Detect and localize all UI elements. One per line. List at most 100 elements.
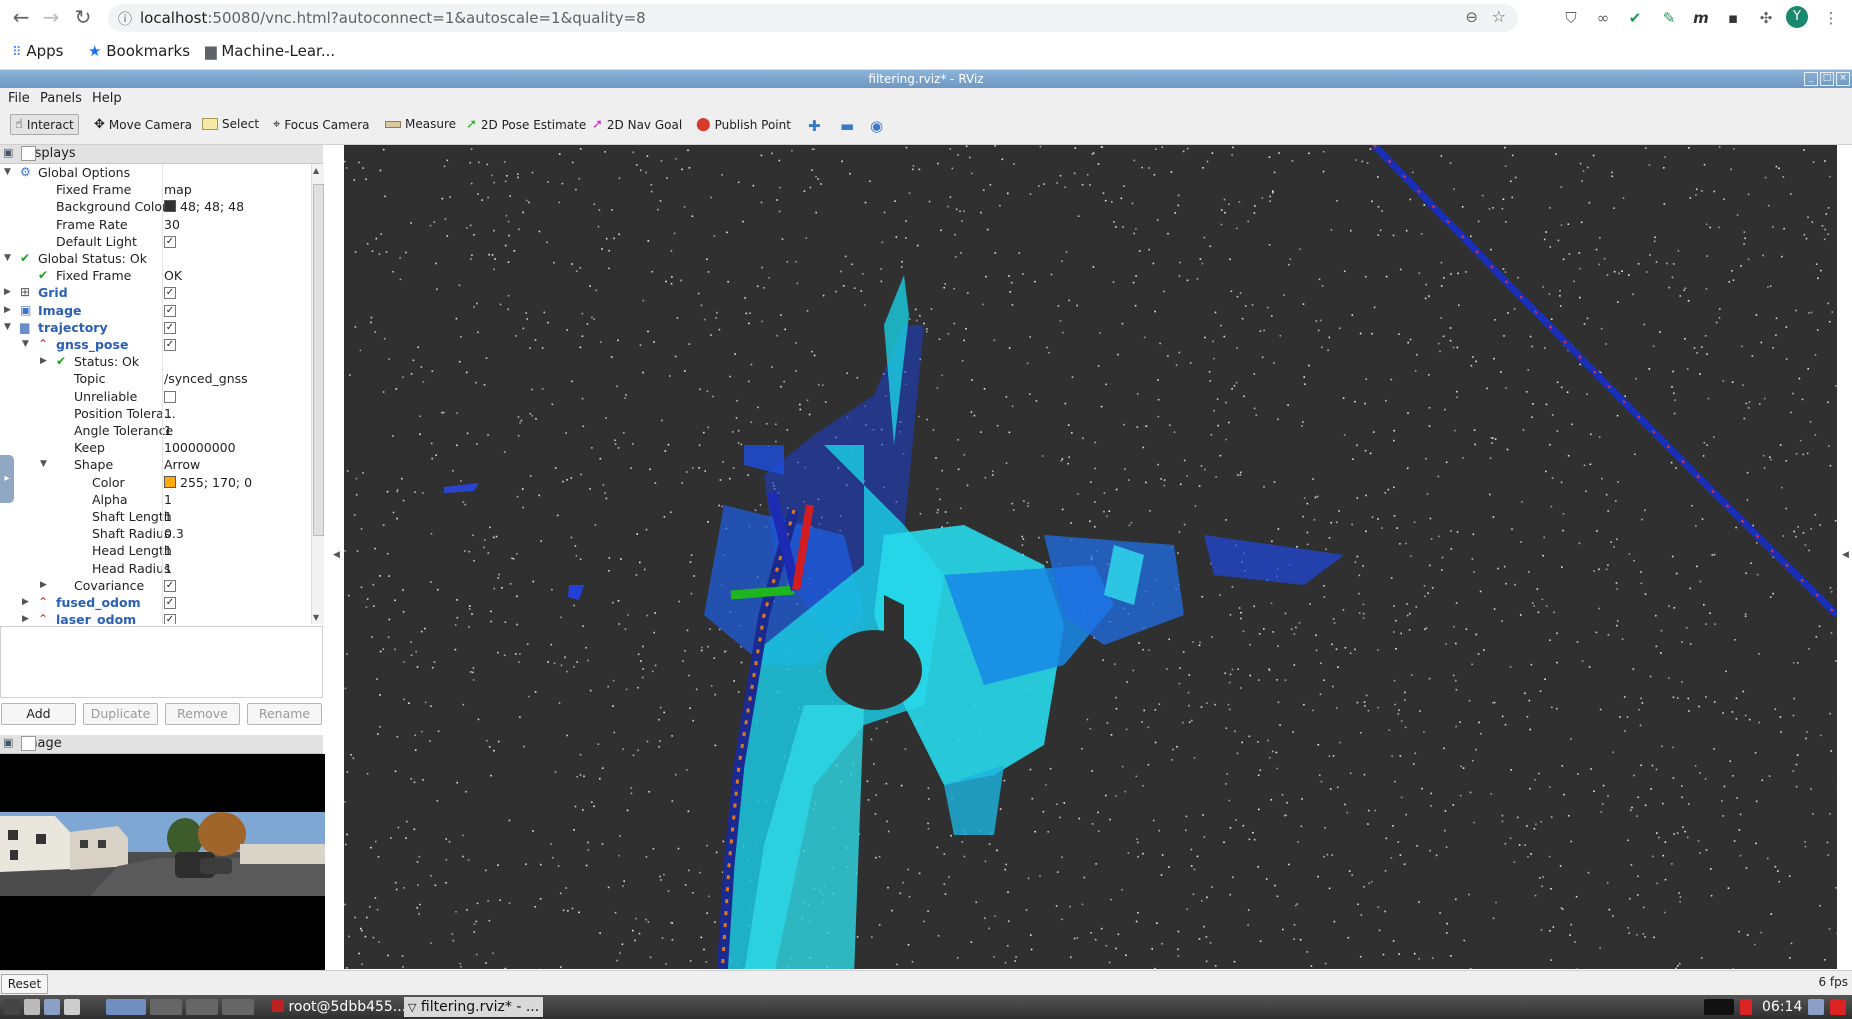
collapse-left-arrow-icon[interactable]: ◀ [333, 550, 340, 560]
display-property-value[interactable]: 1 [164, 508, 172, 525]
display-property-value[interactable]: 1 [164, 560, 172, 577]
taskbar-rviz[interactable]: ▽ filtering.rviz* - ... [404, 997, 544, 1017]
display-tree-row[interactable]: Head Radius 1 [0, 560, 311, 577]
expand-right-arrow-icon[interactable]: ▶ [40, 577, 47, 594]
display-property-value[interactable]: Arrow [164, 456, 200, 473]
display-tree-row[interactable]: Keep 100000000 [0, 439, 311, 456]
workspace-pager-icon[interactable] [106, 999, 146, 1015]
expand-right-arrow-icon[interactable]: ▶ [22, 611, 29, 624]
expand-down-arrow-icon[interactable]: ▼ [40, 456, 47, 473]
display-tree-row[interactable]: ▶ ▣ Image ✓ [0, 302, 311, 319]
reset-button[interactable]: Reset [1, 974, 48, 994]
start-menu-icon[interactable] [4, 999, 20, 1015]
menu-panels[interactable]: Panels [40, 91, 82, 106]
move-camera-tool-button[interactable]: ✥ Move Camera [94, 117, 192, 132]
display-property-value[interactable]: map [164, 181, 192, 198]
taskbar-terminal[interactable]: root@5dbb455... [268, 997, 410, 1017]
zoom-icon[interactable]: ⊖ [1465, 8, 1478, 26]
expand-right-arrow-icon[interactable]: ▶ [40, 353, 47, 370]
display-property-value[interactable]: 1 [164, 491, 172, 508]
measure-tool-button[interactable]: Measure [385, 117, 456, 131]
displays-scrollbar[interactable]: ▲ ▼ [311, 164, 324, 624]
menu-kebab-icon[interactable]: ⋮ [1820, 7, 1842, 29]
display-property-value[interactable]: /synced_gnss [164, 370, 248, 387]
display-tree-row[interactable]: Frame Rate 30 [0, 216, 311, 233]
extension-terminal-icon[interactable]: ▪ [1722, 7, 1744, 29]
rename-display-button[interactable]: Rename [247, 703, 322, 725]
bookmark-bookmarks[interactable]: ★ Bookmarks [88, 42, 190, 60]
display-tree-row[interactable]: Shaft Length 1 [0, 508, 311, 525]
display-tree-row[interactable]: Alpha 1 [0, 491, 311, 508]
display-property-value[interactable]: 1 [164, 422, 172, 439]
scroll-thumb[interactable] [313, 184, 324, 536]
address-bar[interactable]: ⓘ localhost:50080/vnc.html?autoconnect=1… [108, 4, 1518, 32]
2d-nav-goal-tool-button[interactable]: ➚ 2D Nav Goal [592, 117, 682, 132]
minimize-button[interactable]: _ [1804, 72, 1818, 86]
enable-checkbox[interactable]: ✓ [164, 597, 176, 609]
display-tree-row[interactable]: Fixed Frame map [0, 181, 311, 198]
display-tree-row[interactable]: Position Tolera... 1 [0, 405, 311, 422]
display-property-value[interactable]: OK [164, 267, 182, 284]
display-tree-row[interactable]: ✔ Fixed Frame OK [0, 267, 311, 284]
display-tree-row[interactable]: ▼ ⚙ Global Options [0, 164, 311, 181]
display-tree-row[interactable]: Shaft Radius 0.3 [0, 525, 311, 542]
display-tree-row[interactable]: ▶ ⌃ fused_odom ✓ [0, 594, 311, 611]
display-property-value[interactable]: 30 [164, 216, 180, 233]
display-tree-row[interactable]: ▼ Shape Arrow [0, 456, 311, 473]
extension-check-icon[interactable]: ✔ [1624, 7, 1646, 29]
add-tool-plus-icon[interactable]: ✚ [808, 117, 821, 135]
display-tree-row[interactable]: Color 255; 170; 0 [0, 474, 311, 491]
display-tree-row[interactable]: ▶ ✔ Status: Ok [0, 353, 311, 370]
color-swatch[interactable] [164, 475, 176, 488]
close-button[interactable]: × [1836, 72, 1850, 86]
menu-help[interactable]: Help [92, 91, 122, 106]
panel-float-button[interactable] [21, 146, 36, 161]
scroll-down-arrow-icon[interactable]: ▼ [313, 613, 319, 622]
display-tree-row[interactable]: Topic/synced_gnss [0, 370, 311, 387]
desktop-icon[interactable] [64, 999, 80, 1015]
bookmark-folder[interactable]: ▆ Machine-Lear... [205, 42, 335, 60]
duplicate-display-button[interactable]: Duplicate [83, 703, 158, 725]
expand-down-arrow-icon[interactable]: ▼ [4, 319, 11, 336]
enable-checkbox[interactable]: ✓ [164, 287, 176, 300]
extension-m-icon[interactable]: m [1690, 7, 1712, 29]
enable-checkbox[interactable]: ✓ [164, 579, 176, 592]
profile-avatar[interactable]: Y [1786, 6, 1808, 28]
display-tree-row[interactable]: Head Length 1 [0, 542, 311, 559]
extension-pen-icon[interactable]: ✎ [1658, 7, 1680, 29]
color-swatch[interactable] [164, 200, 176, 213]
bookmark-star-icon[interactable]: ☆ [1492, 7, 1506, 26]
expand-right-arrow-icon[interactable]: ▶ [22, 594, 29, 611]
expand-down-arrow-icon[interactable]: ▼ [4, 250, 11, 267]
focus-camera-tool-button[interactable]: ⌖ Focus Camera [273, 117, 370, 132]
remove-display-button[interactable]: Remove [165, 703, 240, 725]
expand-right-arrow-icon[interactable]: ▶ [4, 284, 11, 301]
window-titlebar[interactable]: filtering.rviz* - RViz _ □ × [0, 70, 1852, 88]
workspace-4[interactable] [222, 999, 254, 1015]
launcher-icon[interactable] [44, 999, 60, 1015]
expand-down-arrow-icon[interactable]: ▼ [4, 164, 11, 181]
network-icon[interactable] [1740, 999, 1752, 1015]
enable-checkbox[interactable]: ✓ [164, 339, 176, 351]
display-tree-row[interactable]: ▼ ✔ Global Status: Ok [0, 250, 311, 267]
enable-checkbox[interactable]: ✓ [164, 304, 176, 317]
display-property-value[interactable]: 1 [164, 405, 172, 422]
tray-launcher-icon[interactable] [1808, 999, 1824, 1015]
reload-icon[interactable]: ↻ [70, 4, 96, 30]
display-tree-row[interactable]: Default Light ✓ [0, 233, 311, 250]
extension-glasses-icon[interactable]: ∞ [1592, 7, 1614, 29]
menu-file[interactable]: File [8, 91, 30, 106]
maximize-button[interactable]: □ [1820, 72, 1834, 86]
interact-tool-button[interactable]: ☝ Interact [10, 114, 79, 135]
back-arrow-icon[interactable]: ← [8, 4, 34, 30]
forward-arrow-icon[interactable]: → [38, 4, 64, 30]
workspace-3[interactable] [186, 999, 218, 1015]
enable-checkbox[interactable]: ✓ [164, 321, 176, 334]
remove-tool-minus-icon[interactable]: ▬ [840, 117, 854, 135]
extensions-puzzle-icon[interactable]: ✣ [1755, 7, 1777, 29]
logout-icon[interactable] [1830, 999, 1846, 1015]
display-tree-row[interactable]: ▼ ▆ trajectory ✓ [0, 319, 311, 336]
display-property-value[interactable]: 100000000 [164, 439, 236, 456]
3d-render-view[interactable] [344, 145, 1837, 969]
display-tree-row[interactable]: Background Color 48; 48; 48 [0, 198, 311, 215]
